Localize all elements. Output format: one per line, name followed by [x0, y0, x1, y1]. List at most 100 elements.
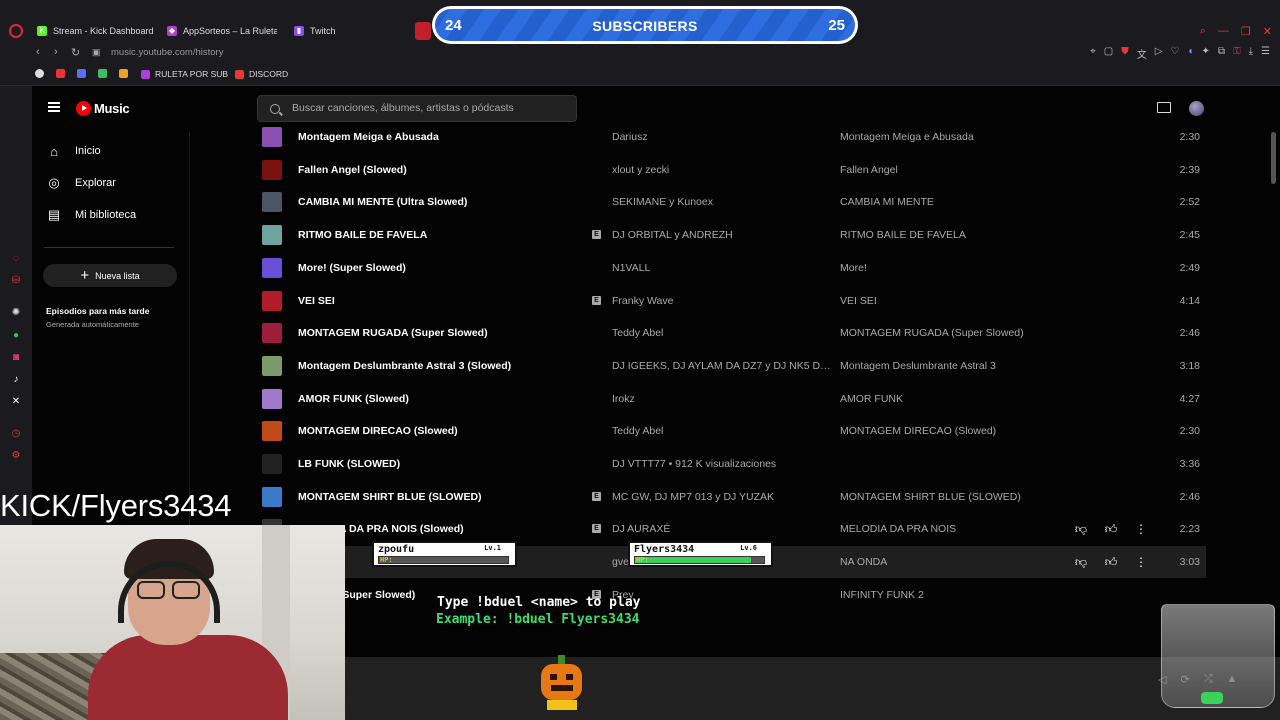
menu-icon[interactable]	[48, 102, 60, 112]
track-thumbnail[interactable]	[262, 486, 282, 507]
rail-settings-icon[interactable]: ⚙	[10, 450, 22, 462]
table-row[interactable]: MONTAGEM RUGADA (Super Slowed) Teddy Abel…	[256, 317, 1206, 349]
table-row[interactable]: AMOR FUNK (Slowed) Irokz AMOR FUNK 4:27	[256, 383, 1206, 415]
download-icon[interactable]: ⤓	[1249, 46, 1253, 61]
playlist-episodes-title[interactable]: Episodios para más tarde	[46, 306, 149, 316]
track-album[interactable]: MONTAGEM RUGADA (Super Slowed)	[840, 327, 1024, 339]
bookmark-icon[interactable]	[98, 69, 112, 78]
close-icon[interactable]: ✕	[1263, 25, 1272, 38]
lock-icon[interactable]: ⚿	[1233, 46, 1241, 61]
translate-icon[interactable]: 文	[1137, 46, 1147, 61]
track-album[interactable]: Fallen Angel	[840, 164, 898, 176]
site-info-icon[interactable]: ▣	[92, 47, 101, 58]
track-artist[interactable]: Teddy Abel	[612, 425, 663, 437]
maximize-icon[interactable]: ❐	[1241, 25, 1251, 38]
avatar[interactable]	[1189, 101, 1204, 116]
track-title[interactable]: More! (Super Slowed)	[298, 262, 406, 274]
track-album[interactable]: CAMBIA MI MENTE	[840, 196, 934, 208]
track-title[interactable]: CAMBIA MI MENTE (Ultra Slowed)	[298, 196, 467, 208]
browser-tab[interactable]: ◆ AppSorteos – La Ruleta de	[167, 22, 277, 40]
bookmark-icon[interactable]	[119, 69, 133, 78]
track-album[interactable]: VEI SEI	[840, 295, 877, 307]
track-artist[interactable]: SEKIMANE y Kunoex	[612, 196, 713, 208]
track-artist[interactable]: xlout y zecki	[612, 164, 669, 176]
track-thumbnail[interactable]	[262, 421, 282, 442]
browser-tab[interactable]: K Stream - Kick Dashboard	[37, 22, 157, 40]
track-thumbnail[interactable]	[262, 388, 282, 409]
minimize-icon[interactable]: —	[1218, 25, 1229, 38]
dislike-icon[interactable]: 👎︎	[1074, 522, 1088, 537]
track-album[interactable]: AMOR FUNK	[840, 393, 903, 405]
track-title[interactable]: RITMO BAILE DE FAVELA	[298, 229, 427, 241]
bag-icon[interactable]: ⛁	[10, 275, 22, 287]
track-album[interactable]: More!	[840, 262, 867, 274]
x-icon[interactable]: ✕	[10, 396, 22, 408]
track-title[interactable]: MONTAGEM SHIRT BLUE (SLOWED)	[298, 491, 482, 503]
snapshot-icon[interactable]: ▢	[1104, 46, 1113, 61]
bookmark-ruleta[interactable]: RULETA POR SUB	[141, 69, 228, 79]
scrollbar[interactable]	[1271, 132, 1276, 184]
table-row[interactable]: Fallen Angel (Slowed) xlout y zecki Fallen…	[256, 154, 1206, 186]
track-thumbnail[interactable]	[262, 127, 282, 147]
bookmark-icon[interactable]	[77, 69, 91, 78]
opera-logo-icon[interactable]	[9, 24, 23, 38]
track-title[interactable]: MONTAGEM RUGADA (Super Slowed)	[298, 327, 488, 339]
ytmusic-logo-text[interactable]: Music	[94, 101, 130, 116]
track-album[interactable]: MONTAGEM SHIRT BLUE (SLOWED)	[840, 491, 1021, 503]
url-field[interactable]: music.youtube.com/history	[111, 47, 223, 58]
track-title[interactable]: MONTAGEM DIRECAO (Slowed)	[298, 425, 458, 437]
table-row[interactable]: RITMO BAILE DE FAVELA E DJ ORBITAL y ANDRE…	[256, 219, 1206, 251]
track-artist[interactable]: DJ VTTT77 • 912 K visualizaciones	[612, 458, 776, 470]
tiktok-icon[interactable]: ♪	[10, 374, 22, 386]
puzzle-icon[interactable]: ⧉	[1218, 46, 1225, 61]
bookmark-discord[interactable]: DISCORD	[235, 69, 288, 79]
track-thumbnail[interactable]	[262, 192, 282, 213]
table-row[interactable]: VEI SEI E Franky Wave VEI SEI 4:14	[256, 285, 1206, 317]
like-icon[interactable]: 👍︎	[1104, 522, 1118, 537]
dislike-icon[interactable]: 👎︎	[1074, 555, 1088, 570]
search-tabs-icon[interactable]: ⌕	[1200, 25, 1206, 38]
track-album[interactable]: INFINITY FUNK 2	[840, 589, 924, 601]
back-icon[interactable]: ‹	[36, 46, 40, 58]
nav-item-explorar[interactable]: ◎ Explorar	[46, 174, 116, 192]
track-artist[interactable]: Irokz	[612, 393, 635, 405]
table-row[interactable]: FUNK 2 (Super Slowed) E Prey INFINITY FUNK …	[256, 579, 1206, 611]
sound-icon[interactable]: ◖	[1187, 46, 1193, 61]
bookmark-icon[interactable]	[35, 69, 49, 78]
track-thumbnail[interactable]	[262, 257, 282, 278]
table-row[interactable]: Montagem Meiga e Abusada Dariusz Montagem …	[256, 121, 1206, 153]
track-thumbnail[interactable]	[262, 290, 282, 311]
search-box[interactable]	[257, 95, 577, 122]
track-artist[interactable]: DJ AURAXÉ	[612, 523, 670, 535]
track-artist[interactable]: N1VALL	[612, 262, 650, 274]
recording-tab-icon[interactable]	[415, 22, 431, 40]
settings-icon[interactable]: ☰	[1261, 46, 1270, 61]
like-icon[interactable]: 👍︎	[1104, 555, 1118, 570]
browser-tab[interactable]: ▮ Twitch	[294, 22, 354, 40]
track-artist[interactable]: gve	[612, 556, 629, 568]
track-title[interactable]: LB FUNK (SLOWED)	[298, 458, 400, 470]
bookmark-icon[interactable]	[56, 69, 70, 78]
chatgpt-icon[interactable]: ✺	[10, 307, 22, 319]
track-album[interactable]: Montagem Deslumbrante Astral 3	[840, 360, 996, 372]
track-thumbnail[interactable]	[262, 454, 282, 474]
track-thumbnail[interactable]	[262, 355, 282, 376]
track-thumbnail[interactable]	[262, 159, 282, 180]
track-artist[interactable]: DJ ORBITAL y ANDREZH	[612, 229, 733, 241]
nav-item-biblioteca[interactable]: ▤ Mi biblioteca	[46, 206, 136, 224]
table-row[interactable]: LB FUNK (SLOWED) DJ VTTT77 • 912 K visual…	[256, 448, 1206, 480]
cast-icon[interactable]	[1157, 102, 1171, 113]
table-row[interactable]: MONTAGEM DIRECAO (Slowed) Teddy Abel MONTA…	[256, 415, 1206, 447]
speed-dial-icon[interactable]: ◌	[10, 253, 22, 265]
history-icon[interactable]: ◷	[10, 428, 22, 440]
ytmusic-logo-icon[interactable]	[76, 101, 91, 116]
table-row[interactable]: Montagem Deslumbrante Astral 3 (Slowed) D…	[256, 350, 1206, 382]
play-icon[interactable]: ▷	[1155, 46, 1163, 61]
track-artist[interactable]: Dariusz	[612, 131, 648, 143]
track-title[interactable]: Montagem Deslumbrante Astral 3 (Slowed)	[298, 360, 511, 372]
track-artist[interactable]: Teddy Abel	[612, 327, 663, 339]
track-artist[interactable]: DJ IGEEKS, DJ AYLAM DA DZ7 y DJ NK5 DA .…	[612, 360, 832, 372]
instagram-icon[interactable]: ◙	[10, 352, 22, 364]
track-album[interactable]: MONTAGEM DIRECAO (Slowed)	[840, 425, 996, 437]
track-album[interactable]: RITMO BAILE DE FAVELA	[840, 229, 966, 241]
